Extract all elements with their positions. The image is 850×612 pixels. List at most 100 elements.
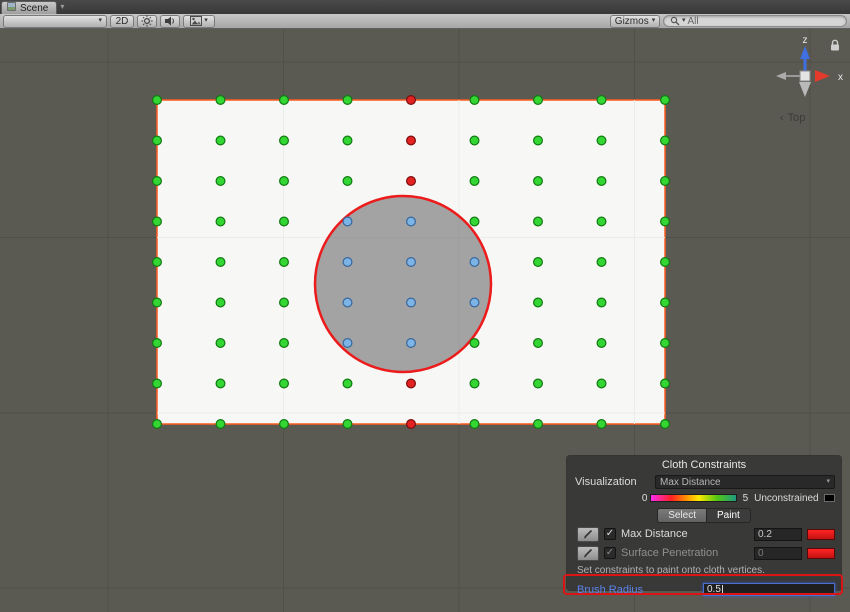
max-distance-row: ✓ Max Distance 0.2 <box>577 526 835 542</box>
select-mode-button[interactable]: Select <box>657 508 707 523</box>
cloth-vertex-dot <box>470 339 479 348</box>
gradient-min-label: 0 <box>639 493 647 504</box>
audio-toggle-button[interactable] <box>160 15 180 28</box>
chevron-down-icon: ▾ <box>652 16 656 26</box>
effects-dropdown[interactable]: ▾ <box>183 15 215 28</box>
axis-x-cone[interactable] <box>815 70 830 82</box>
cloth-vertex-dot <box>597 339 606 348</box>
paint-mode-button[interactable]: Paint <box>707 508 751 523</box>
cloth-vertex-dot <box>153 298 162 307</box>
cloth-vertex-dot <box>407 339 416 348</box>
effects-image-icon <box>190 16 202 26</box>
surface-penetration-checkbox[interactable]: ✓ <box>604 547 616 559</box>
cloth-vertex-dot <box>534 217 543 226</box>
axis-z-arrow[interactable] <box>800 46 810 59</box>
chevron-left-icon: ‹ <box>780 112 784 124</box>
brush-radius-label: Brush Radius <box>577 584 697 596</box>
visualization-dropdown[interactable]: Max Distance ▾ <box>655 475 835 489</box>
max-distance-value-field[interactable]: 0.2 <box>754 528 802 541</box>
lighting-sun-icon <box>141 15 153 27</box>
axis-center-cube[interactable] <box>800 71 810 81</box>
chevron-down-icon: ▾ <box>204 16 208 26</box>
cloth-constraints-panel: Cloth Constraints Visualization Max Dist… <box>567 456 841 590</box>
cloth-vertex-dot <box>470 136 479 145</box>
surface-penetration-brush-button[interactable] <box>577 546 599 561</box>
tab-scene[interactable]: Scene <box>1 1 57 14</box>
cloth-vertex-dot <box>216 258 225 267</box>
cloth-vertex-dot <box>534 339 543 348</box>
gradient-max-label: 5 <box>740 493 748 504</box>
cloth-vertex-dot <box>280 258 289 267</box>
max-distance-brush-button[interactable] <box>577 527 599 542</box>
2d-toggle-button[interactable]: 2D <box>110 15 134 28</box>
draw-mode-dropdown[interactable]: ▾ <box>3 15 107 28</box>
cloth-vertex-dot <box>343 258 352 267</box>
search-field[interactable]: ▾ All <box>663 15 847 27</box>
tab-label: Scene <box>20 3 48 14</box>
max-distance-label: Max Distance <box>621 528 749 540</box>
audio-speaker-icon <box>164 15 176 27</box>
cloth-vertex-dot <box>597 258 606 267</box>
cloth-vertex-dot <box>470 298 479 307</box>
panel-title: Cloth Constraints <box>567 456 841 472</box>
chevron-down-icon: ▾ <box>98 16 102 26</box>
search-magnifier-icon <box>670 16 680 26</box>
panel-help-text: Set constraints to paint onto cloth vert… <box>577 565 841 578</box>
cloth-vertex-dot <box>216 298 225 307</box>
axis-down-cone[interactable] <box>799 82 811 97</box>
max-distance-color-swatch[interactable] <box>807 529 835 540</box>
cloth-vertex-dot <box>407 258 416 267</box>
cloth-vertex-dot <box>280 217 289 226</box>
cloth-vertex-dot <box>470 379 479 388</box>
lighting-toggle-button[interactable] <box>137 15 157 28</box>
lock-icon[interactable] <box>828 38 842 52</box>
chevron-down-icon: ▾ <box>682 16 686 26</box>
chevron-down-icon: ▾ <box>826 477 830 487</box>
surface-penetration-value-field[interactable]: 0 <box>754 547 802 560</box>
cloth-vertex-dot <box>661 379 670 388</box>
paint-brush-icon <box>582 528 594 540</box>
cloth-vertex-dot <box>280 339 289 348</box>
cloth-vertex-dot <box>216 339 225 348</box>
orientation-label[interactable]: ‹ Top <box>780 112 805 124</box>
max-distance-checkbox[interactable]: ✓ <box>604 528 616 540</box>
text-cursor <box>722 585 723 594</box>
cloth-vertex-dot <box>216 379 225 388</box>
cloth-vertex-dot <box>343 136 352 145</box>
cloth-vertex-dot <box>407 177 416 186</box>
surface-penetration-color-swatch[interactable] <box>807 548 835 559</box>
axis-x-label: x <box>838 72 843 83</box>
cloth-vertex-dot <box>661 96 670 105</box>
unconstrained-color-swatch[interactable] <box>824 494 835 502</box>
axis-z-label: z <box>803 35 808 46</box>
cloth-vertex-dot <box>661 298 670 307</box>
tab-menu-arrow-icon[interactable]: ▾ <box>60 0 64 14</box>
visualization-row: Visualization Max Distance ▾ <box>575 475 835 489</box>
cloth-vertex-dot <box>280 136 289 145</box>
brush-radius-field[interactable]: 0.5 <box>703 583 835 596</box>
cloth-vertex-dot <box>343 379 352 388</box>
cloth-vertex-dot <box>280 298 289 307</box>
cloth-vertex-dot <box>407 379 416 388</box>
gradient-row: 0 5 Unconstrained <box>567 492 835 504</box>
gizmos-label: Gizmos <box>615 16 649 27</box>
cloth-vertex-dot <box>597 96 606 105</box>
cloth-vertex-dot <box>534 379 543 388</box>
axis-left-arrow[interactable] <box>776 72 786 80</box>
cloth-vertex-dot <box>470 217 479 226</box>
cloth-vertex-dot <box>597 217 606 226</box>
brush-radius-value: 0.5 <box>707 584 721 595</box>
cloth-vertex-dot <box>407 217 416 226</box>
gizmos-dropdown[interactable]: Gizmos ▾ <box>610 15 660 28</box>
cloth-vertex-dot <box>534 420 543 429</box>
cloth-vertex-dot <box>661 136 670 145</box>
cloth-vertex-dot <box>470 420 479 429</box>
cloth-vertex-dot <box>407 96 416 105</box>
orientation-text: Top <box>788 112 806 124</box>
unity-scene-view-window: Scene ▾ ▾ 2D <box>0 0 850 612</box>
cloth-vertex-dot <box>216 420 225 429</box>
cloth-vertex-dot <box>534 177 543 186</box>
cloth-vertex-dot <box>280 177 289 186</box>
2d-label: 2D <box>116 16 129 27</box>
tab-bar: Scene ▾ <box>0 0 850 14</box>
